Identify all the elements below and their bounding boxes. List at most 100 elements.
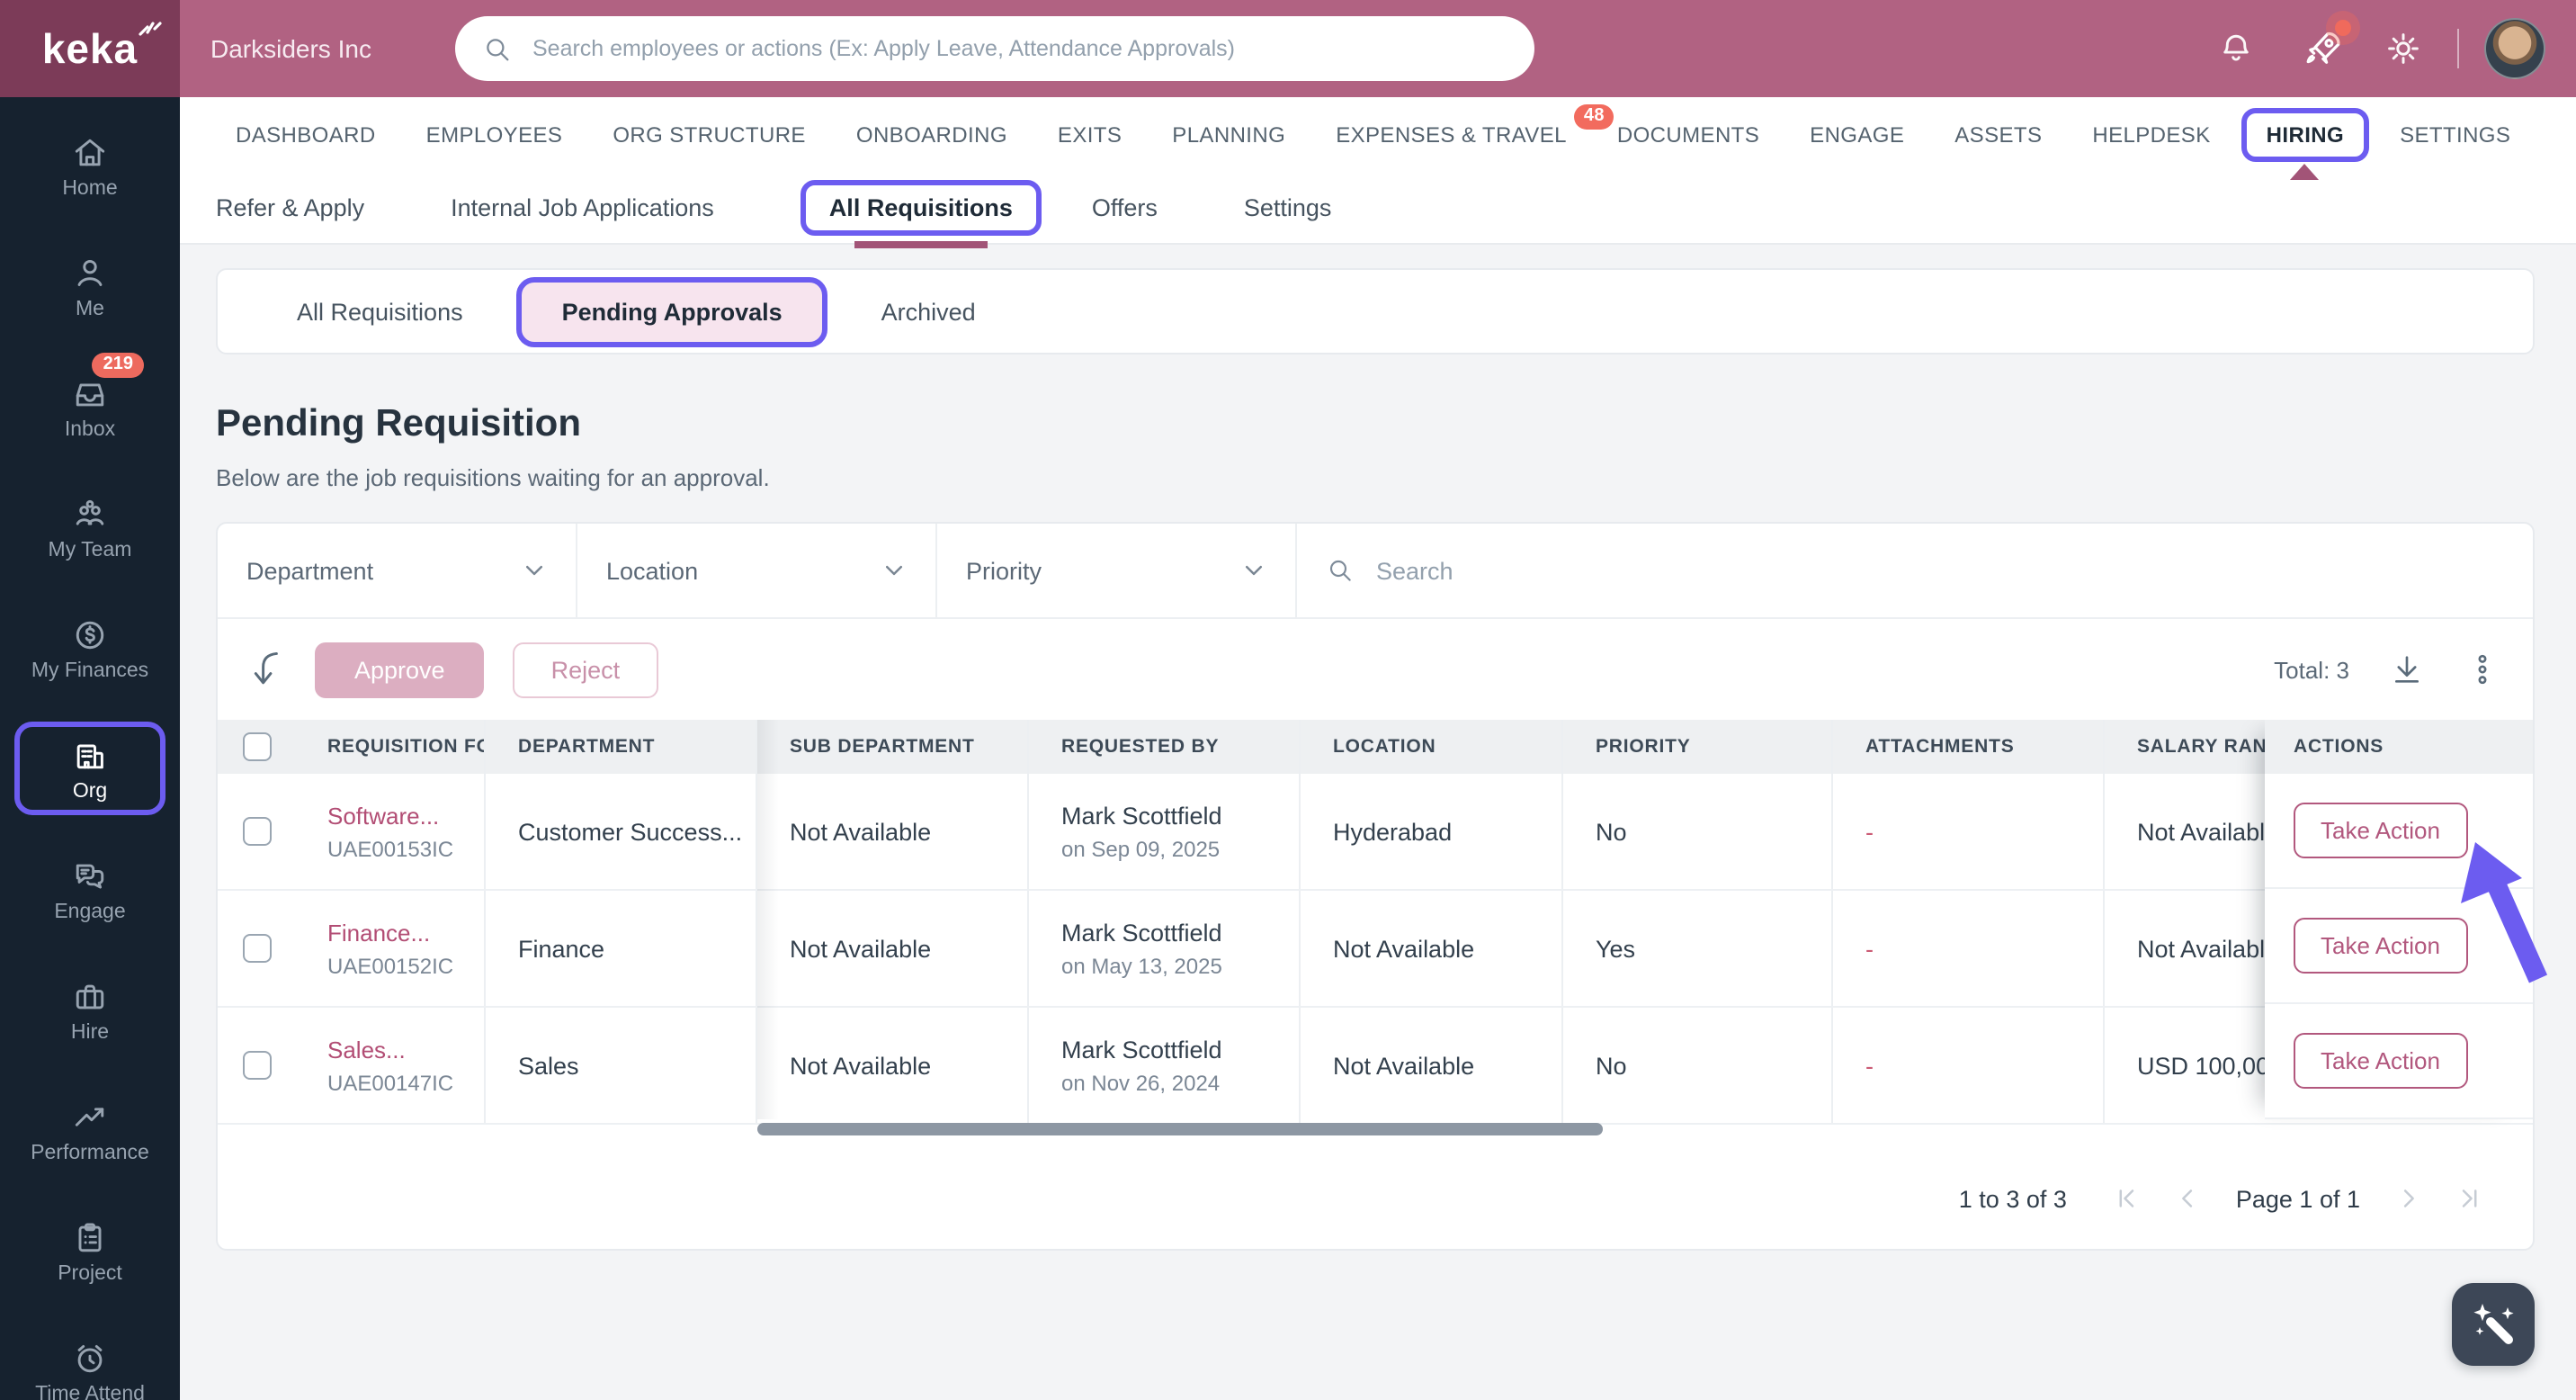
magic-wand-button[interactable]: [2452, 1283, 2535, 1366]
cell-sub-department: Not Available: [757, 891, 1029, 1006]
subnav-all-requisitions[interactable]: All Requisitions: [800, 180, 1042, 248]
nav-label: EXPENSES & TRAVEL: [1336, 122, 1567, 148]
company-name[interactable]: Darksiders Inc: [210, 0, 371, 97]
search-icon: [1329, 560, 1351, 581]
tab-pending-approvals[interactable]: Pending Approvals: [516, 276, 827, 346]
rocket-updates-icon[interactable]: [2301, 20, 2351, 72]
sidebar-item-me[interactable]: Me: [14, 239, 165, 333]
location-filter[interactable]: Location: [577, 524, 937, 617]
gear-icon[interactable]: [2384, 29, 2423, 68]
nav-engage[interactable]: ENGAGE: [1784, 122, 1929, 148]
tab-all-requisitions[interactable]: All Requisitions: [257, 282, 503, 341]
sidebar-item-performance[interactable]: Performance: [14, 1083, 165, 1177]
sidebar-item-inbox[interactable]: 219 Inbox: [14, 353, 165, 453]
header-location: LOCATION: [1301, 720, 1563, 774]
subnav-label: All Requisitions: [828, 194, 1013, 221]
nav-label: HIRING: [2266, 122, 2345, 148]
search-icon: [487, 38, 509, 60]
take-action-button[interactable]: Take Action: [2294, 803, 2467, 858]
row-checkbox[interactable]: [242, 817, 271, 846]
requisition-link[interactable]: Finance...: [327, 919, 484, 946]
actions-column: ACTIONS Take Action Take Action Take Act…: [2265, 720, 2533, 1119]
table-search[interactable]: [1297, 524, 2533, 617]
hiring-subnav: Refer & Apply Internal Job Applications …: [180, 173, 2576, 248]
logo-block[interactable]: keka: [0, 0, 180, 97]
nav-dashboard[interactable]: DASHBOARD: [210, 122, 401, 148]
sidebar-item-home[interactable]: Home: [14, 119, 165, 212]
subnav-settings[interactable]: Settings: [1244, 194, 1375, 221]
sidebar-item-project[interactable]: Project: [14, 1204, 165, 1297]
header-department: DEPARTMENT: [486, 720, 757, 774]
subnav-internal-job-applications[interactable]: Internal Job Applications: [451, 194, 757, 221]
chevron-down-icon: [1245, 565, 1263, 576]
sidebar-item-engage[interactable]: Engage: [14, 842, 165, 936]
nav-assets[interactable]: ASSETS: [1929, 122, 2067, 148]
bell-icon[interactable]: [2216, 29, 2256, 68]
nav-documents[interactable]: DOCUMENTS: [1592, 122, 1784, 148]
sidebar-item-my-finances[interactable]: My Finances: [14, 601, 165, 695]
nav-employees[interactable]: EMPLOYEES: [401, 122, 588, 148]
download-icon[interactable]: [2389, 651, 2425, 687]
nav-org-structure[interactable]: ORG STRUCTURE: [587, 122, 831, 148]
header-attachments: ATTACHMENTS: [1833, 720, 2105, 774]
reject-button[interactable]: Reject: [513, 642, 658, 697]
nav-onboarding[interactable]: ONBOARDING: [831, 122, 1033, 148]
person-icon: [77, 258, 103, 285]
tab-archived[interactable]: Archived: [842, 282, 1015, 341]
cell-location: Not Available: [1301, 1008, 1563, 1123]
sidebar-label: Performance: [31, 1142, 149, 1163]
global-search[interactable]: [455, 16, 1534, 81]
user-avatar[interactable]: [2484, 18, 2545, 79]
requisition-link[interactable]: Sales...: [327, 1036, 484, 1063]
header-requisition-for: REQUISITION FOR: [295, 720, 486, 774]
horizontal-scrollbar-thumb[interactable]: [757, 1123, 1603, 1135]
take-action-button[interactable]: Take Action: [2294, 918, 2467, 974]
sidebar-item-time-attend[interactable]: Time Attend: [14, 1324, 165, 1400]
nav-planning[interactable]: PLANNING: [1147, 122, 1310, 148]
sidebar-label: Home: [62, 177, 118, 199]
sort-icon[interactable]: [250, 648, 290, 691]
sidebar-item-hire[interactable]: Hire: [14, 963, 165, 1056]
pagination: 1 to 3 of 3 Page 1 of 1: [218, 1143, 2533, 1254]
take-action-button[interactable]: Take Action: [2294, 1033, 2467, 1089]
rocket-badge-dot: [2335, 20, 2351, 36]
last-page-icon[interactable]: [2457, 1186, 2482, 1211]
global-search-input[interactable]: [529, 34, 1507, 63]
subnav-offers[interactable]: Offers: [1092, 194, 1201, 221]
bulk-action-row: Approve Reject Total: 3: [218, 619, 2533, 720]
keka-app: keka Darksiders Inc Home Me 219: [0, 0, 2576, 1400]
main-area: DASHBOARD EMPLOYEES ORG STRUCTURE ONBOAR…: [180, 97, 2576, 1400]
row-checkbox[interactable]: [242, 1051, 271, 1080]
nav-expenses-travel[interactable]: EXPENSES & TRAVEL 48: [1310, 104, 1614, 148]
engage-chat-icon: [76, 863, 104, 888]
requisition-link[interactable]: Software...: [327, 802, 484, 829]
sidebar-item-my-team[interactable]: My Team: [14, 480, 165, 574]
nav-helpdesk[interactable]: HELPDESK: [2067, 122, 2235, 148]
subnav-refer-apply[interactable]: Refer & Apply: [216, 194, 407, 221]
header-requested-by: REQUESTED BY: [1029, 720, 1301, 774]
first-page-icon[interactable]: [2114, 1186, 2139, 1211]
table-row: Software... UAE00153IC Customer Success.…: [218, 774, 2533, 891]
cell-sub-department: Not Available: [757, 774, 1029, 889]
sidebar-label: Org: [72, 780, 108, 802]
next-page-icon[interactable]: [2396, 1186, 2421, 1211]
cell-location: Hyderabad: [1301, 774, 1563, 889]
nav-hiring[interactable]: HIRING: [2241, 108, 2370, 180]
previous-page-icon[interactable]: [2175, 1186, 2200, 1211]
filter-row: Department Location Priority: [218, 524, 2533, 619]
trend-up-icon: [75, 1107, 104, 1126]
kebab-menu-icon[interactable]: [2464, 651, 2500, 687]
row-checkbox[interactable]: [242, 934, 271, 963]
table-search-input[interactable]: [1373, 555, 2504, 586]
approve-button[interactable]: Approve: [315, 642, 485, 697]
sidebar-item-org[interactable]: Org: [14, 722, 165, 815]
cell-priority: No: [1563, 1008, 1833, 1123]
pagination-page: Page 1 of 1: [2235, 1185, 2360, 1212]
nav-exits[interactable]: EXITS: [1033, 122, 1147, 148]
priority-filter[interactable]: Priority: [937, 524, 1297, 617]
requisition-id: UAE00153IC: [327, 836, 454, 861]
department-filter[interactable]: Department: [218, 524, 577, 617]
select-all-checkbox[interactable]: [242, 732, 271, 761]
nav-settings[interactable]: SETTINGS: [2375, 122, 2536, 148]
cell-priority: No: [1563, 774, 1833, 889]
